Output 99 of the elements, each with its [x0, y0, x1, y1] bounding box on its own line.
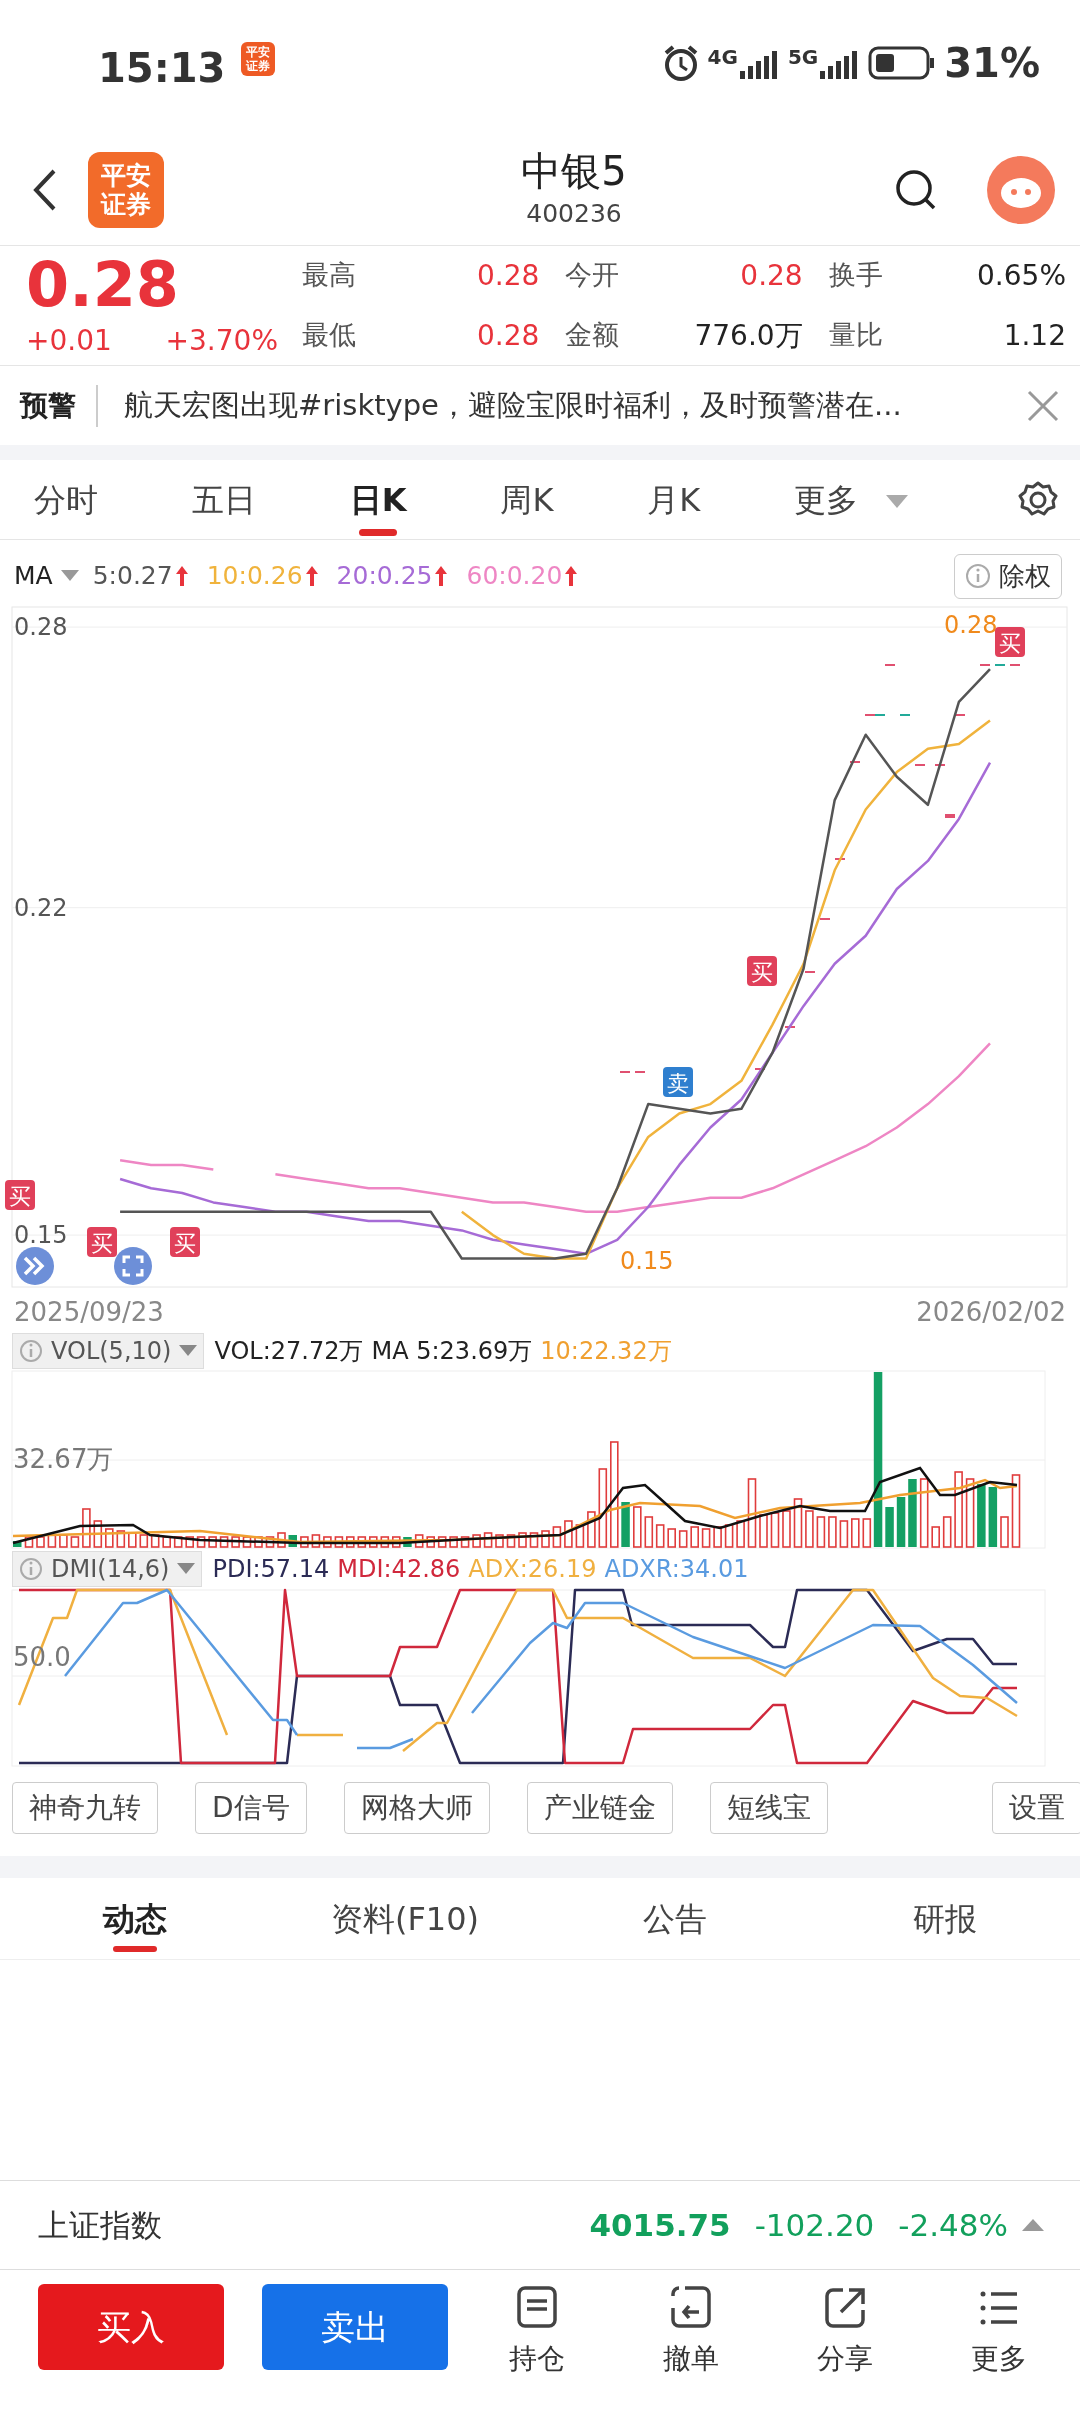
- ma-label: MA: [14, 560, 53, 593]
- price-axis-label: 0.22: [14, 893, 68, 922]
- candlestick-chart[interactable]: 0.28 0.22 0.15 0.28 0.15 买 买 买 卖 买 买: [0, 602, 1080, 1292]
- indicator-selector[interactable]: VOL(5,10): [12, 1333, 205, 1369]
- up-arrow-icon: [304, 565, 319, 587]
- indicator-reading: ADX:26.19: [468, 1554, 597, 1585]
- close-icon[interactable]: [1026, 388, 1060, 423]
- buy-signal-marker[interactable]: 买: [747, 956, 777, 986]
- stat-label: 金额: [565, 318, 620, 353]
- dropdown-caret-icon[interactable]: [60, 570, 79, 582]
- info-tab[interactable]: 公告: [540, 1878, 810, 1960]
- period-tab[interactable]: 五日: [171, 459, 276, 540]
- toolbar-action[interactable]: 持仓: [492, 2284, 582, 2380]
- period-tab[interactable]: 分时: [14, 459, 118, 540]
- tool-button[interactable]: 设置: [992, 1782, 1080, 1834]
- ma-value: 5:0.27: [92, 560, 173, 593]
- index-change: -102.20: [754, 2205, 875, 2245]
- price-change: +0.01: [26, 322, 112, 359]
- price-axis-label: 0.15: [14, 1221, 68, 1250]
- buy-signal-marker[interactable]: 买: [995, 627, 1025, 657]
- period-tab[interactable]: 月K: [627, 459, 721, 540]
- stock-code: 400236: [526, 198, 622, 231]
- buy-signal-marker[interactable]: 买: [87, 1227, 117, 1257]
- search-icon[interactable]: [894, 168, 938, 212]
- stat-value: 776.0万: [694, 317, 803, 354]
- dropdown-caret-icon: [177, 1563, 196, 1575]
- high-price-label: 0.28: [944, 611, 998, 639]
- stat-label: 最低: [302, 318, 356, 353]
- battery-percent: 31%: [944, 39, 1040, 88]
- alert-label: 预警: [20, 384, 98, 427]
- app-logo: 平安 证券: [88, 152, 164, 228]
- indicator-reading: 10:22.32万: [540, 1336, 672, 1367]
- indicator-reading: ADXR:34.01: [604, 1554, 749, 1585]
- low-price-label: 0.15: [620, 1247, 674, 1275]
- battery-icon: [868, 46, 937, 80]
- tool-button[interactable]: D信号: [195, 1782, 307, 1834]
- sell-signal-marker[interactable]: 卖: [663, 1067, 693, 1097]
- volume-axis-label: 32.67万: [13, 1444, 114, 1474]
- toolbar-action[interactable]: 分享: [800, 2284, 890, 2380]
- period-tab[interactable]: 日K: [329, 459, 427, 540]
- up-arrow-icon: [434, 565, 449, 587]
- info-icon: [19, 1339, 43, 1363]
- tool-button[interactable]: 短线宝: [709, 1782, 828, 1834]
- ma-value: 60:0.20: [466, 560, 563, 593]
- indicator-reading: VOL:27.72万: [214, 1336, 364, 1367]
- date-axis-label: 2025/09/23: [14, 1295, 164, 1329]
- expand-caret-icon[interactable]: [1022, 2218, 1044, 2232]
- up-arrow-icon: [174, 565, 189, 587]
- info-tab[interactable]: 研报: [810, 1878, 1080, 1960]
- tool-button[interactable]: 神奇九转: [12, 1782, 158, 1834]
- period-tab[interactable]: 更多: [774, 459, 965, 540]
- sell-button[interactable]: 卖出: [262, 2284, 448, 2370]
- alert-message: 航天宏图出现#risktype，避险宝限时福利，及时预警潜在...: [124, 386, 903, 424]
- info-tab[interactable]: 资料(F10): [270, 1878, 540, 1960]
- clock-time: 15:13: [98, 44, 226, 93]
- toolbar-action[interactable]: 更多: [954, 2284, 1044, 2380]
- indicator-reading: MA 5:23.69万: [371, 1336, 533, 1367]
- stat-value: 0.28: [477, 317, 540, 354]
- stat-value: 0.65%: [977, 257, 1066, 294]
- up-arrow-icon: [564, 565, 579, 587]
- indicator-reading: PDI:57.14: [212, 1554, 330, 1585]
- stat-label: 最高: [302, 258, 356, 293]
- tool-button[interactable]: 网格大师: [343, 1782, 490, 1834]
- percent-change: +3.70%: [165, 322, 278, 359]
- stat-label: 今开: [565, 258, 620, 293]
- network-label: 4G: [707, 44, 738, 71]
- indicator-reading: MDI:42.86: [337, 1554, 461, 1585]
- stat-value: 0.28: [740, 257, 803, 294]
- info-tab[interactable]: 动态: [0, 1878, 270, 1960]
- buy-signal-marker[interactable]: 买: [170, 1227, 200, 1257]
- stat-label: 换手: [828, 258, 883, 293]
- stat-value: 0.28: [477, 257, 540, 294]
- stat-label: 量比: [828, 318, 883, 353]
- dropdown-caret-icon: [179, 1345, 198, 1357]
- ma-value: 20:0.25: [336, 560, 433, 593]
- assistant-avatar-icon[interactable]: [986, 155, 1056, 225]
- current-price: 0.28: [26, 249, 180, 320]
- price-axis-label: 0.28: [14, 613, 68, 642]
- stock-name: 中银5: [521, 147, 627, 196]
- buy-button[interactable]: 买入: [38, 2284, 224, 2370]
- date-axis-label: 2026/02/02: [916, 1295, 1066, 1329]
- index-percent-change: -2.48%: [898, 2205, 1008, 2245]
- toolbar-action[interactable]: 撤单: [646, 2284, 736, 2380]
- tool-button[interactable]: 产业链金: [526, 1782, 673, 1834]
- ex-rights-button[interactable]: 除权: [954, 553, 1062, 599]
- app-badge-icon: 平安 证券: [241, 42, 276, 76]
- fullscreen-icon[interactable]: [114, 1247, 152, 1285]
- scroll-forward-icon[interactable]: [16, 1247, 54, 1285]
- dropdown-caret-icon: [886, 494, 909, 509]
- info-icon: [965, 563, 991, 589]
- index-name: 上证指数: [38, 2205, 162, 2245]
- stat-value: 1.12: [1003, 317, 1066, 354]
- network-label: 5G: [787, 44, 819, 71]
- indicator-selector[interactable]: DMI(14,6): [12, 1551, 203, 1587]
- ma-value: 10:0.26: [206, 560, 303, 593]
- buy-signal-marker[interactable]: 买: [5, 1180, 35, 1210]
- period-tab[interactable]: 周K: [480, 459, 574, 540]
- info-icon: [19, 1557, 43, 1581]
- index-value: 4015.75: [589, 2205, 731, 2245]
